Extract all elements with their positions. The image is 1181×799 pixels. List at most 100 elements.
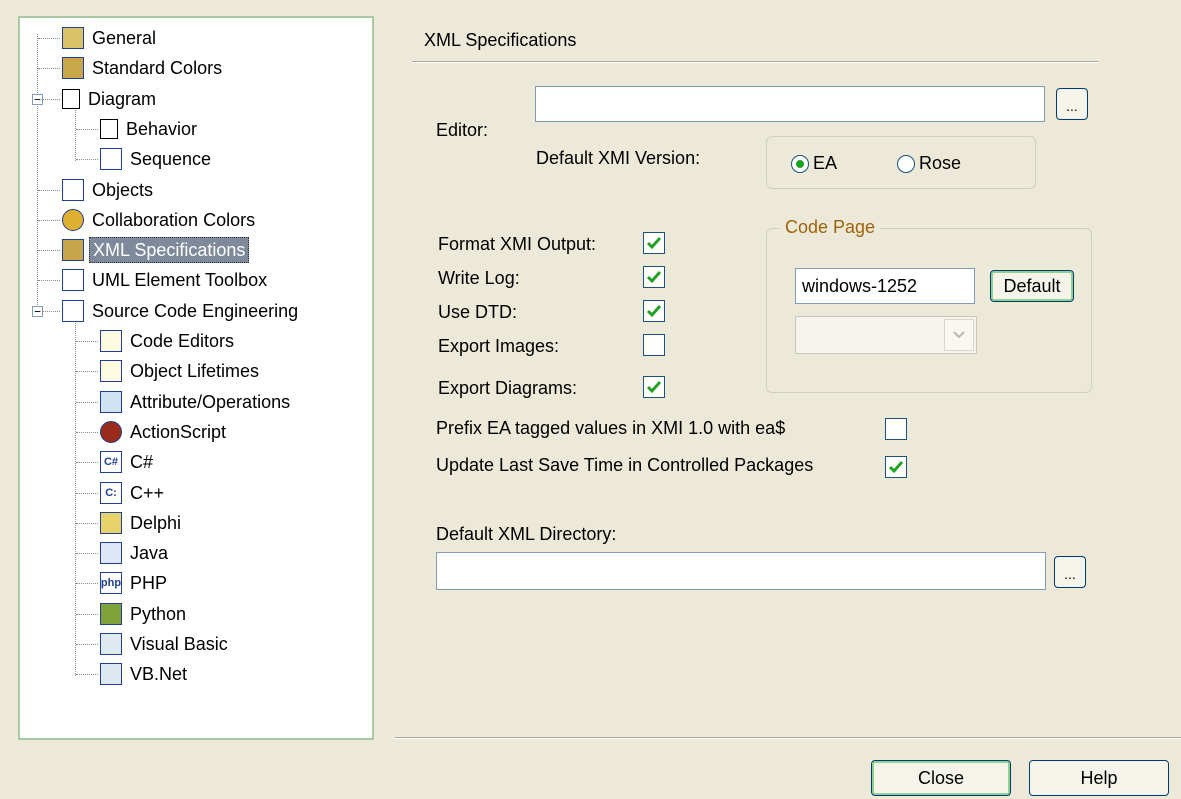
tree-item-label: Object Lifetimes: [130, 361, 260, 382]
editor-browse-button[interactable]: ...: [1056, 88, 1088, 120]
checkbox-label: Export Diagrams:: [438, 378, 578, 398]
tree-item-source-code-engineering[interactable]: Source Code Engineering: [62, 297, 301, 325]
tree-item-c[interactable]: C: C++: [100, 479, 167, 507]
update-checkbox[interactable]: [885, 456, 907, 478]
code-page-combo[interactable]: [795, 316, 977, 354]
tree-item-label: Visual Basic: [130, 634, 228, 654]
help-button[interactable]: Help: [1029, 760, 1169, 796]
prefix-label: Prefix EA tagged values in XMI 1.0 with …: [436, 418, 786, 438]
delphi-icon: [100, 511, 122, 534]
checkbox-export-diagrams[interactable]: [643, 376, 665, 398]
collapse-toggle-icon[interactable]: −: [32, 93, 43, 105]
tree-item-object-lifetimes[interactable]: Object Lifetimes: [100, 357, 262, 385]
editor-label: Editor:: [436, 120, 489, 140]
actionscript-icon: [100, 420, 122, 443]
xml-dir-label: Default XML Directory:: [436, 524, 617, 544]
xml-dir-input[interactable]: [436, 552, 1046, 590]
tree-item-label: ActionScript: [130, 421, 227, 442]
editor-input[interactable]: [535, 86, 1045, 122]
code-editor-icon: [100, 330, 122, 352]
tree-item-label: Java: [130, 543, 169, 564]
close-button[interactable]: Close: [871, 760, 1011, 796]
code-page-input[interactable]: [795, 268, 975, 304]
toolbox-icon: [62, 269, 84, 292]
options-tree[interactable]: General Standard Colors − Diagram Behavior Se…: [18, 16, 374, 740]
browse-label: ...: [1064, 566, 1076, 582]
title-divider: [412, 61, 1098, 63]
tree-item-label: XML Specifications: [89, 237, 250, 264]
code-page-title: Code Page: [780, 217, 881, 238]
tree-item-java[interactable]: Java: [100, 539, 171, 567]
checkbox-label: Format XMI Output:: [438, 234, 597, 254]
page-icon: [100, 118, 118, 139]
paint-brush-icon: [62, 57, 84, 80]
radio-rose-circle[interactable]: [897, 154, 915, 173]
tree-item-standard-colors[interactable]: Standard Colors: [62, 54, 225, 82]
code-page-default-button[interactable]: Default: [990, 270, 1074, 302]
collapse-toggle-icon[interactable]: −: [32, 305, 43, 317]
tree-item-uml-element-toolbox[interactable]: UML Element Toolbox: [62, 266, 270, 294]
checkbox-use-dtd[interactable]: [643, 300, 665, 322]
tree-item-actionscript[interactable]: ActionScript: [100, 418, 229, 446]
sequence-icon: [100, 148, 122, 171]
tree-item-behavior[interactable]: Behavior: [100, 115, 200, 143]
checkbox-export-images[interactable]: [643, 334, 665, 356]
page-icon: [62, 88, 80, 109]
tree-item-python[interactable]: Python: [100, 600, 189, 628]
checkbox-label: Use DTD:: [438, 302, 518, 322]
tree-item-label: Delphi: [130, 512, 182, 533]
radio-rose[interactable]: Rose: [897, 153, 961, 174]
tree-item-delphi[interactable]: Delphi: [100, 509, 184, 537]
cpp-icon: C:: [100, 481, 122, 504]
xmi-version-group: EA Rose: [766, 136, 1036, 189]
tree-item-label: UML Element Toolbox: [92, 270, 268, 291]
tree-item-label: Python: [130, 603, 187, 624]
footer-divider: [395, 737, 1181, 739]
xml-icon: [62, 239, 84, 262]
tree-item-label: VB.Net: [130, 664, 188, 685]
objects-icon: [62, 178, 84, 201]
code-page-group: [766, 228, 1092, 393]
tree-item-collaboration-colors[interactable]: Collaboration Colors: [62, 206, 258, 234]
tree-item-sequence[interactable]: Sequence: [100, 145, 214, 173]
tree-item-label: Attribute/Operations: [130, 391, 291, 412]
tree-item-general[interactable]: General: [62, 24, 159, 52]
radio-ea-circle[interactable]: [791, 154, 809, 173]
radio-ea[interactable]: EA: [791, 153, 837, 174]
section-title: XML Specifications: [424, 30, 577, 50]
tree-item-label: C#: [130, 452, 154, 473]
checkbox-write-log[interactable]: [643, 266, 665, 288]
java-icon: [100, 542, 122, 565]
tree-item-code-editors[interactable]: Code Editors: [100, 327, 237, 355]
tree-item-xml-specifications[interactable]: XML Specifications: [62, 236, 250, 264]
general-icon: [62, 27, 84, 49]
xml-dir-browse-button[interactable]: ...: [1054, 556, 1086, 588]
tree-item-vb-net[interactable]: VB.Net: [100, 660, 190, 688]
checkbox-label: Export Images:: [438, 336, 560, 356]
chevron-down-icon[interactable]: [944, 319, 974, 351]
tree-item-label: Source Code Engineering: [92, 300, 299, 321]
tree-item-label: C++: [130, 482, 165, 503]
tree-item-attribute-operations[interactable]: Attribute/Operations: [100, 388, 293, 416]
checkbox-format-xmi-output[interactable]: [643, 232, 665, 254]
xmi-version-label: Default XMI Version:: [536, 148, 701, 168]
browse-label: ...: [1066, 98, 1078, 114]
tree-item-label: Collaboration Colors: [92, 209, 256, 230]
update-label: Update Last Save Time in Controlled Pack…: [436, 455, 814, 475]
source-code-icon: [62, 299, 84, 322]
tree-item-label: Diagram: [88, 88, 157, 109]
prefix-checkbox[interactable]: [885, 418, 907, 440]
vbnet-icon: [100, 663, 122, 686]
tree-item-visual-basic[interactable]: Visual Basic: [100, 630, 231, 658]
tree-item-label: Objects: [92, 179, 154, 200]
code-editor-icon: [100, 360, 122, 383]
attribute-icon: [100, 390, 122, 413]
tree-item-diagram[interactable]: Diagram: [62, 85, 159, 113]
python-icon: [100, 602, 122, 625]
tree-item-objects[interactable]: Objects: [62, 176, 156, 204]
tree-item-php[interactable]: php PHP: [100, 569, 170, 597]
tree-item-c[interactable]: C# C#: [100, 448, 156, 476]
radio-ea-label: EA: [813, 153, 838, 173]
tree-item-label: PHP: [130, 573, 168, 594]
tree-item-label: General: [92, 28, 157, 48]
